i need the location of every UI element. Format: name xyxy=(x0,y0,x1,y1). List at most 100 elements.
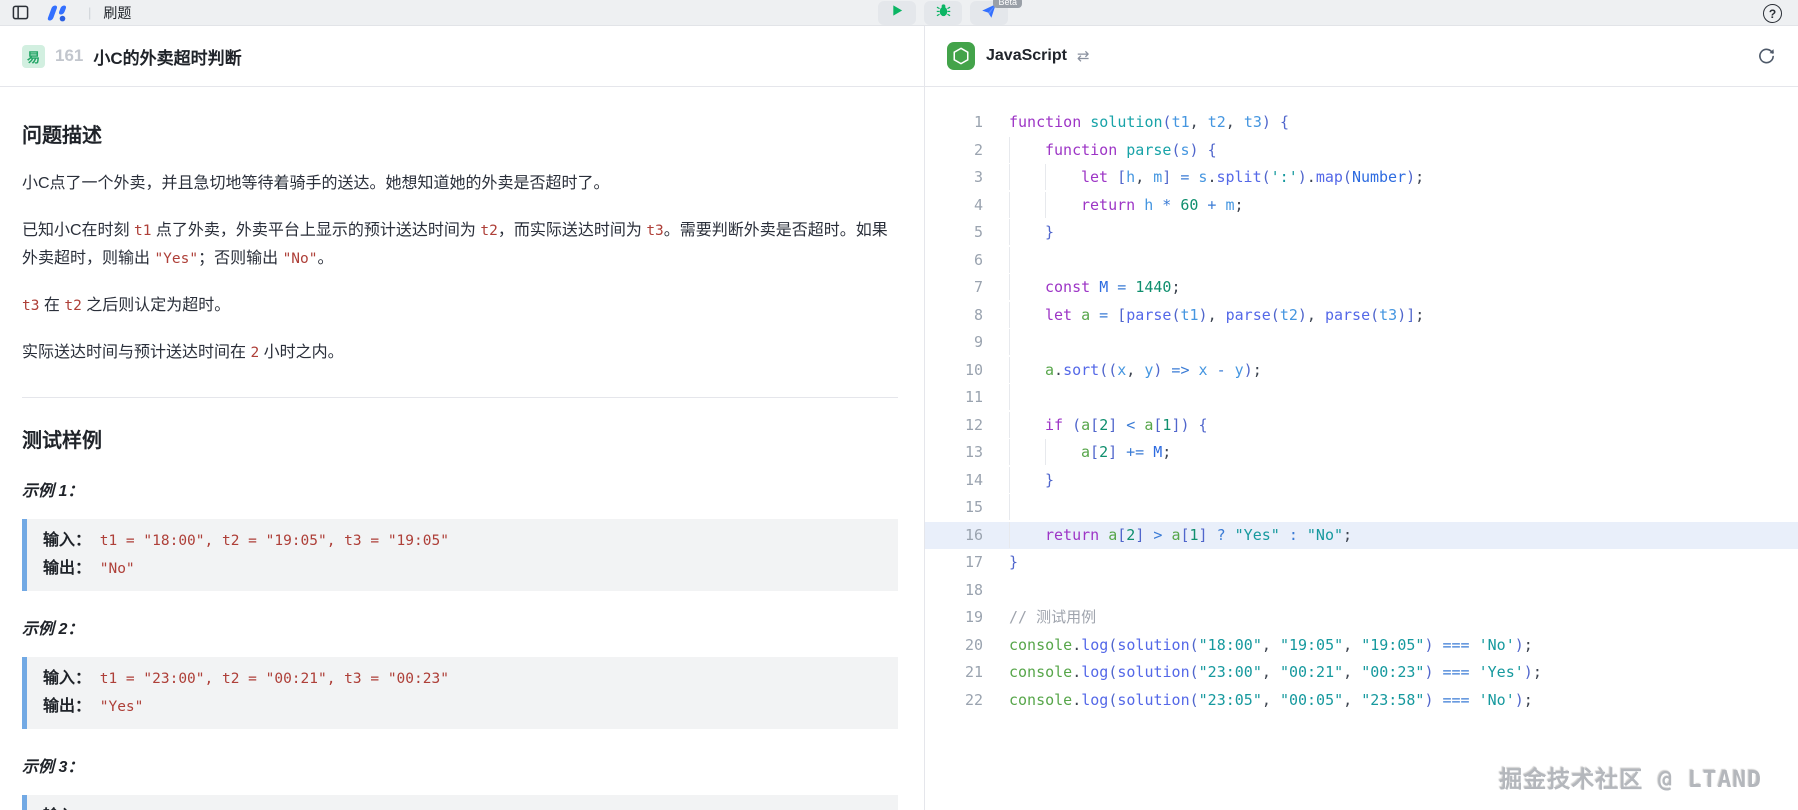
debug-button[interactable] xyxy=(924,1,962,25)
code-token: ; xyxy=(1533,663,1542,681)
code-token: . xyxy=(1072,636,1081,654)
code-line[interactable]: 6 xyxy=(925,247,1798,275)
code-token: let xyxy=(1045,306,1081,324)
code-token: ( xyxy=(1163,113,1172,131)
code-line[interactable]: 21console.log(solution("23:00", "00:21",… xyxy=(925,659,1798,687)
description-text: 小时之内。 xyxy=(259,344,343,361)
code-token: , xyxy=(1343,663,1361,681)
code-token: , xyxy=(1226,113,1244,131)
code-token: t3 xyxy=(1379,306,1397,324)
code-token: function xyxy=(1045,141,1126,159)
code-token: ) xyxy=(1406,168,1415,186)
code-token: ) xyxy=(1515,691,1524,709)
line-number: 9 xyxy=(925,329,983,357)
code-token: a xyxy=(1108,526,1117,544)
code-token: + xyxy=(1198,196,1225,214)
code-line[interactable]: 10a.sort((x, y) => x - y); xyxy=(925,357,1798,385)
code-token: "18:00" xyxy=(1199,636,1262,654)
code-line[interactable]: 11 xyxy=(925,384,1798,412)
code-token: ( xyxy=(1343,168,1352,186)
code-line[interactable]: 5} xyxy=(925,219,1798,247)
line-number: 20 xyxy=(925,632,983,660)
code-token: log xyxy=(1081,663,1108,681)
code-token: , xyxy=(1126,361,1144,379)
line-number: 15 xyxy=(925,494,983,522)
help-icon[interactable]: ? xyxy=(1763,4,1782,23)
code-token: 2 xyxy=(1099,443,1108,461)
code-line[interactable]: 16return a[2] > a[1] ? "Yes" : "No"; xyxy=(925,522,1798,550)
problem-body: 问题描述 小C点了一个外卖，并且急切地等待着骑手的送达。她想知道她的外卖是否超时… xyxy=(0,87,924,810)
code-line[interactable]: 17} xyxy=(925,549,1798,577)
code-line[interactable]: 8let a = [parse(t1), parse(t2), parse(t3… xyxy=(925,302,1798,330)
description-text: 已知小C在时刻 xyxy=(22,222,134,239)
code-content: a[2] += M; xyxy=(983,439,1798,467)
problem-panel: 易 161 小C的外卖超时判断 问题描述 小C点了一个外卖，并且急切地等待着骑手… xyxy=(0,26,925,810)
code-token: , xyxy=(1307,306,1325,324)
code-line[interactable]: 2function parse(s) { xyxy=(925,137,1798,165)
code-line[interactable]: 4return h * 60 + m; xyxy=(925,192,1798,220)
indent-guide xyxy=(1009,247,1045,273)
line-number: 16 xyxy=(925,522,983,550)
indent-guide xyxy=(1009,384,1045,410)
code-token: t2 xyxy=(1208,113,1226,131)
code-token: ( xyxy=(1370,306,1379,324)
code-line[interactable]: 22console.log(solution("23:05", "00:05",… xyxy=(925,687,1798,715)
problem-number: 161 xyxy=(55,46,83,66)
line-number: 22 xyxy=(925,687,983,715)
code-line[interactable]: 1function solution(t1, t2, t3) { xyxy=(925,109,1798,137)
code-line[interactable]: 14} xyxy=(925,467,1798,495)
code-line[interactable]: 20console.log(solution("18:00", "19:05",… xyxy=(925,632,1798,660)
code-content: } xyxy=(983,549,1798,577)
code-token: "No" xyxy=(1307,526,1343,544)
reset-code-icon[interactable] xyxy=(1757,47,1776,66)
code-editor[interactable]: 1function solution(t1, t2, t3) {2functio… xyxy=(925,87,1798,810)
sidebar-toggle-icon[interactable] xyxy=(10,3,30,23)
code-token: parse xyxy=(1126,306,1171,324)
example-input-value: t1 = "23:00", t2 = "00:21", t3 = "00:23" xyxy=(91,671,449,687)
code-line[interactable]: 7const M = 1440; xyxy=(925,274,1798,302)
code-token: ; xyxy=(1415,306,1424,324)
code-token: ) xyxy=(1190,141,1199,159)
language-swap-icon[interactable]: ⇄ xyxy=(1077,47,1090,65)
code-line[interactable]: 19// 测试用例 xyxy=(925,604,1798,632)
code-token: "19:05" xyxy=(1280,636,1343,654)
code-token: 2 xyxy=(1099,416,1108,434)
code-token: ( xyxy=(1271,306,1280,324)
code-token: solution xyxy=(1090,113,1162,131)
code-line[interactable]: 13a[2] += M; xyxy=(925,439,1798,467)
code-token: t3 xyxy=(1244,113,1262,131)
code-token: ) xyxy=(1397,306,1406,324)
code-token: "Yes" xyxy=(1235,526,1280,544)
indent-guide xyxy=(1009,467,1045,493)
code-token: => xyxy=(1162,361,1198,379)
code-token: ) xyxy=(1180,416,1189,434)
code-line[interactable]: 3let [h, m] = s.split(':').map(Number); xyxy=(925,164,1798,192)
code-token: parse xyxy=(1226,306,1271,324)
code-token: "00:21" xyxy=(1280,663,1343,681)
run-button[interactable] xyxy=(878,1,916,25)
line-number: 4 xyxy=(925,192,983,220)
example-label: 示例 1： xyxy=(22,477,898,501)
code-token: return xyxy=(1081,196,1144,214)
indent-guide xyxy=(1009,274,1045,300)
code-content: return a[2] > a[1] ? "Yes" : "No"; xyxy=(983,522,1798,550)
marscode-logo[interactable] xyxy=(40,3,76,23)
code-line[interactable]: 9 xyxy=(925,329,1798,357)
line-number: 12 xyxy=(925,412,983,440)
code-token: ] xyxy=(1162,168,1171,186)
line-number: 11 xyxy=(925,384,983,412)
code-token: log xyxy=(1081,691,1108,709)
description-text: ；否则输出 xyxy=(198,250,282,267)
code-content: return h * 60 + m; xyxy=(983,192,1798,220)
section-divider xyxy=(22,397,898,398)
line-number: 18 xyxy=(925,577,983,605)
code-token: ) xyxy=(1524,663,1533,681)
submit-button[interactable]: Beta xyxy=(970,1,1008,25)
code-line[interactable]: 12if (a[2] < a[1]) { xyxy=(925,412,1798,440)
code-line[interactable]: 15 xyxy=(925,494,1798,522)
code-token: (( xyxy=(1099,361,1117,379)
code-token: ] xyxy=(1108,443,1117,461)
code-line[interactable]: 18 xyxy=(925,577,1798,605)
code-token: : xyxy=(1280,526,1307,544)
language-selector[interactable]: JavaScript xyxy=(986,47,1067,65)
